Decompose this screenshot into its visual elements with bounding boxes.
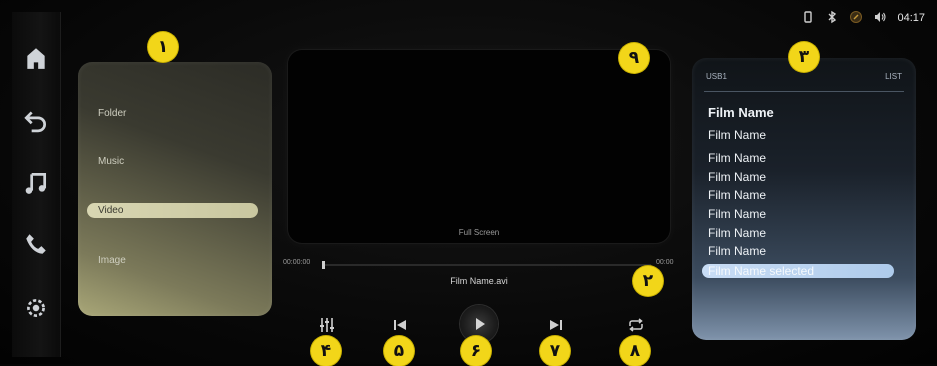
playlist-source[interactable]: USB1 — [706, 72, 727, 81]
category-panel: Folder Music Video Image — [78, 62, 272, 316]
playlist-item-selected[interactable]: Film Name selected — [702, 264, 894, 278]
head-unit-screen: 04:17 Folder Music Video Image Full Scre… — [0, 0, 937, 366]
playlist-item[interactable]: Film Name — [708, 170, 766, 184]
equalizer-button[interactable] — [311, 311, 343, 339]
file-name: Film Name.avi — [450, 276, 508, 286]
usb-icon — [801, 10, 815, 27]
equalizer-icon — [320, 318, 334, 332]
playlist-divider — [704, 91, 904, 92]
phone-icon[interactable] — [22, 230, 50, 258]
playlist-item[interactable]: Film Name — [708, 207, 766, 221]
nav-icon — [849, 10, 863, 27]
clock: 04:17 — [897, 12, 925, 24]
category-image[interactable]: Image — [98, 255, 126, 266]
callout-3: ۳ — [789, 42, 819, 72]
category-video[interactable]: Video — [87, 203, 258, 218]
callout-4: ۴ — [311, 336, 341, 366]
playlist-item[interactable]: Film Name — [708, 188, 766, 202]
play-icon — [476, 318, 485, 330]
fullscreen-label[interactable]: Full Screen — [288, 228, 670, 237]
callout-9: ۹ — [619, 43, 649, 73]
callout-2: ۲ — [633, 266, 663, 296]
playlist-item[interactable]: Film Name — [708, 244, 766, 258]
repeat-icon — [629, 318, 643, 332]
next-icon — [550, 320, 562, 330]
total-time: 00:00 — [656, 259, 674, 266]
bluetooth-icon — [825, 10, 839, 27]
back-icon[interactable] — [22, 106, 50, 134]
music-icon[interactable] — [22, 169, 50, 197]
progress-bar[interactable] — [322, 261, 651, 269]
playlist-item[interactable]: Film Name — [708, 128, 766, 142]
callout-6: ۶ — [461, 336, 491, 366]
previous-button[interactable] — [384, 311, 416, 339]
volume-icon — [873, 10, 887, 27]
home-icon[interactable] — [22, 44, 50, 72]
playlist-list-label[interactable]: LIST — [885, 72, 902, 81]
playlist-item[interactable]: Film Name — [708, 151, 766, 165]
nav-rail — [12, 12, 61, 357]
elapsed-time: 00:00:00 — [283, 259, 311, 266]
callout-7: ۷ — [540, 336, 570, 366]
playlist-item[interactable]: Film Name — [708, 105, 774, 120]
category-folder[interactable]: Folder — [98, 108, 126, 119]
playlist-item[interactable]: Film Name — [708, 226, 766, 240]
callout-5: ۵ — [384, 336, 414, 366]
repeat-button[interactable] — [620, 311, 652, 339]
playlist-panel: USB1 LIST Film Name Film Name Film Name … — [692, 58, 916, 340]
previous-icon — [394, 320, 406, 330]
callout-1: ۱ — [148, 32, 178, 62]
category-music[interactable]: Music — [98, 156, 124, 167]
next-button[interactable] — [540, 311, 572, 339]
progress-knob[interactable] — [322, 261, 325, 269]
settings-icon[interactable] — [22, 294, 50, 322]
status-bar: 04:17 — [801, 8, 925, 28]
callout-8: ۸ — [620, 336, 650, 366]
video-display[interactable]: Full Screen — [288, 50, 670, 243]
